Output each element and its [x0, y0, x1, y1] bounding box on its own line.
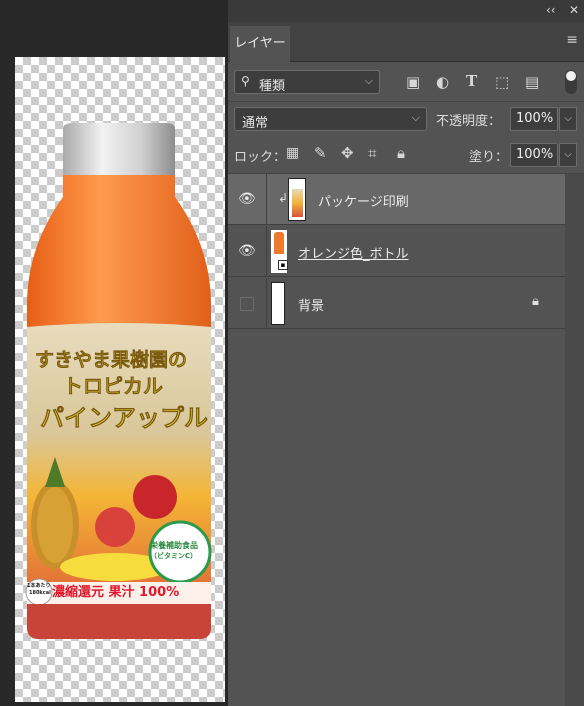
label-title-line1: すきやま果樹園の [35, 349, 188, 372]
lock-image-pixels-icon[interactable]: ✎ [314, 144, 327, 162]
label-title-line3: パインアップル [40, 404, 209, 433]
chevron-down-icon: ⌵ [411, 111, 420, 124]
fill-label: 塗り： [469, 150, 509, 165]
smart-object-filter-icon[interactable]: ▤ [525, 73, 539, 91]
opacity-field[interactable]: 100% [510, 107, 558, 131]
close-icon[interactable]: ✕ [569, 3, 579, 17]
search-icon: ⚲ [241, 74, 250, 88]
lock-icon: 🔒︎ [532, 294, 539, 309]
layer-row-orange-bottle[interactable]: 👁︎ ▪ オレンジ色_ボトル [228, 226, 565, 277]
lock-row: ロック： ▦ ✎ ✥ ⌗ 🔒︎ 塗り： 100% ⌵ [228, 136, 584, 174]
panel-title-bar: ‹‹ ✕ [228, 0, 584, 22]
fill-field[interactable]: 100% [510, 143, 558, 167]
panel-tab-bar: レイヤー ≡ [228, 22, 584, 62]
kcal-line1: 1本あたり [27, 583, 51, 589]
clipping-mask-icon: ↲ [278, 191, 289, 205]
tab-layers[interactable]: レイヤー [230, 26, 290, 62]
layer-row-package-print[interactable]: 👁︎ ↲ パッケージ印刷 [228, 174, 565, 225]
document-canvas-area[interactable]: すきやま果樹園の トロピカル パインアップル 栄養補助食品 （ビタミンC） 1本… [0, 0, 228, 706]
fill-chevron-icon[interactable]: ⌵ [559, 143, 577, 167]
shape-filter-icon[interactable]: ⬚ [495, 73, 509, 91]
lock-label: ロック： [234, 150, 287, 165]
label-title-line2: トロピカル [63, 374, 164, 399]
vitamin-badge-line1: 栄養補助食品 [150, 541, 198, 550]
bottle-cap [63, 123, 175, 175]
layer-row-background[interactable]: 背景 🔒︎ [228, 278, 565, 329]
artboard-lock-icon[interactable]: ⌗ [368, 144, 376, 162]
adjustment-filter-icon[interactable]: ◐ [436, 73, 449, 91]
juice-percent-text: 濃縮還元 果汁 100% [52, 585, 180, 600]
hamburger-icon[interactable]: ≡ [566, 32, 578, 48]
smart-object-badge-icon: ▪ [278, 260, 288, 270]
layer-thumbnail [271, 282, 285, 325]
layers-scrollbar[interactable] [565, 174, 584, 706]
lock-all-icon[interactable]: 🔒︎ [397, 144, 405, 162]
vitamin-badge-line2: （ビタミンC） [150, 552, 198, 560]
image-filter-icon[interactable]: ▣ [406, 73, 420, 91]
layer-thumbnail [288, 178, 306, 221]
opacity-chevron-icon[interactable]: ⌵ [559, 107, 577, 131]
opacity-label: 不透明度： [436, 114, 502, 129]
layers-list: 👁︎ ↲ パッケージ印刷 👁︎ ▪ オレンジ色_ボトル 背景 🔒︎ [228, 174, 565, 706]
filter-toggle[interactable] [565, 70, 577, 94]
lock-transparent-pixels-icon[interactable]: ▦ [286, 145, 299, 161]
blend-mode-value: 通常 [242, 116, 269, 131]
type-filter-icon[interactable]: T [466, 72, 477, 90]
layer-name[interactable]: オレンジ色_ボトル [298, 243, 409, 262]
double-chevron-left-icon[interactable]: ‹‹ [546, 3, 556, 17]
filter-kind-value: 種類 [259, 79, 286, 94]
filter-row: ⚲ 種類 ⌵ ▣ ◐ T ⬚ ▤ [228, 62, 584, 102]
filter-kind-dropdown[interactable]: ⚲ 種類 ⌵ [234, 70, 380, 94]
blend-row: 通常 ⌵ 不透明度： 100% ⌵ [228, 102, 584, 136]
layer-name[interactable]: パッケージ印刷 [318, 191, 409, 210]
chevron-down-icon: ⌵ [364, 74, 373, 87]
blend-mode-dropdown[interactable]: 通常 ⌵ [234, 107, 427, 131]
lock-position-icon[interactable]: ✥ [341, 144, 354, 162]
layer-name[interactable]: 背景 [298, 295, 324, 314]
layers-panel: ‹‹ ✕ レイヤー ≡ ⚲ 種類 ⌵ ▣ ◐ T ⬚ ▤ 通常 ⌵ 不透明度： … [228, 0, 584, 706]
eye-icon[interactable]: 👁︎ [238, 243, 256, 259]
visibility-toggle[interactable] [240, 297, 254, 311]
kcal-line2: 180kcal [29, 590, 51, 596]
eye-icon[interactable]: 👁︎ [238, 191, 256, 207]
